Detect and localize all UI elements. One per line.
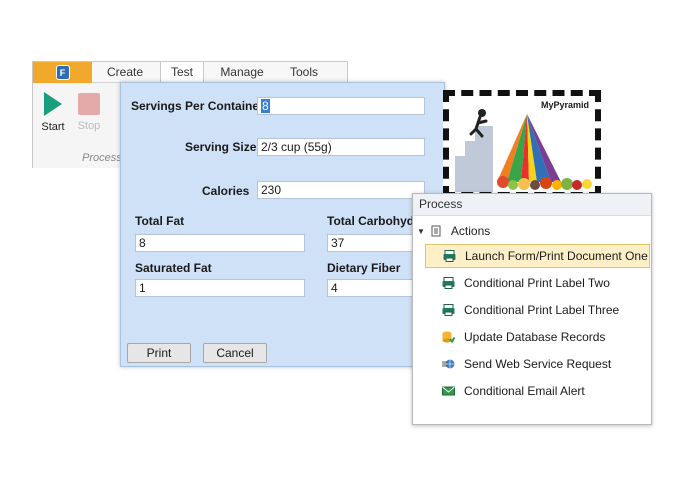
tab-create[interactable]: Create [99, 62, 151, 83]
actions-tree-node[interactable]: ▼ Actions [417, 222, 490, 240]
expand-arrow-icon[interactable]: ▼ [417, 227, 425, 236]
action-item-label: Launch Form/Print Document One [465, 249, 648, 263]
web-service-icon [442, 359, 455, 369]
printer-icon [442, 277, 455, 289]
printer-icon [443, 250, 456, 262]
total-fat-field[interactable]: 8 [135, 234, 305, 252]
dietary-fiber-label: Dietary Fiber [327, 261, 401, 275]
actions-label: Actions [450, 224, 491, 238]
action-item-web-service[interactable]: Send Web Service Request [425, 352, 650, 376]
action-item-print-label-three[interactable]: Conditional Print Label Three [425, 298, 650, 322]
database-update-icon [442, 331, 455, 343]
stop-button[interactable]: Stop [74, 90, 104, 140]
total-carb-label: Total Carbohydr [327, 214, 419, 228]
serving-size-field[interactable]: 2/3 cup (55g) [257, 138, 425, 156]
process-panel: Process ▼ Actions Launch Form/Print Docu… [412, 193, 652, 425]
poster-title: MyPyramid [540, 100, 589, 110]
stop-label: Stop [77, 120, 101, 132]
servings-label: Servings Per Container [131, 99, 264, 113]
saturated-fat-field[interactable]: 1 [135, 279, 305, 297]
servings-field[interactable]: 8 [257, 97, 425, 115]
printer-icon [442, 304, 455, 316]
mypyramid-poster: MyPyramid [443, 90, 601, 198]
app-logo-icon: F [55, 65, 70, 80]
email-icon [442, 386, 455, 396]
tab-manage[interactable]: Manage [209, 62, 275, 83]
action-item-email-alert[interactable]: Conditional Email Alert [425, 379, 650, 403]
food-pyramid-illustration [449, 96, 595, 192]
nutrition-form: Servings Per Container 8 Serving Size 2/… [120, 82, 601, 367]
start-label: Start [41, 121, 65, 133]
action-item-label: Send Web Service Request [464, 357, 612, 371]
stop-icon [78, 93, 100, 115]
saturated-fat-label: Saturated Fat [135, 261, 212, 275]
cancel-button[interactable]: Cancel [203, 343, 267, 363]
serving-size-label: Serving Size [185, 140, 257, 154]
tab-tools[interactable]: Tools [278, 62, 330, 83]
actions-list-icon [431, 225, 441, 237]
action-item-print-label-two[interactable]: Conditional Print Label Two [425, 271, 650, 295]
action-item-label: Conditional Print Label Three [464, 303, 620, 317]
tab-test[interactable]: Test [160, 62, 204, 83]
action-item-label: Update Database Records [464, 330, 606, 344]
ribbon-group-label: Process [82, 152, 122, 164]
calories-field[interactable]: 230 [257, 181, 425, 199]
process-panel-header: Process [413, 194, 651, 216]
action-item-update-database[interactable]: Update Database Records [425, 325, 650, 349]
calories-label: Calories [202, 184, 250, 198]
servings-value: 8 [261, 99, 270, 113]
ribbon-tab-bar: F Create Test Manage Tools [33, 62, 347, 83]
action-item-label: Conditional Print Label Two [464, 276, 610, 290]
print-button[interactable]: Print [127, 343, 191, 363]
app-menu-button[interactable]: F [33, 62, 92, 83]
action-item-label: Conditional Email Alert [464, 384, 585, 398]
start-button[interactable]: Start [37, 90, 69, 140]
play-icon [44, 92, 62, 116]
total-fat-label: Total Fat [135, 214, 185, 228]
action-item-launch-form[interactable]: Launch Form/Print Document One [425, 244, 650, 268]
